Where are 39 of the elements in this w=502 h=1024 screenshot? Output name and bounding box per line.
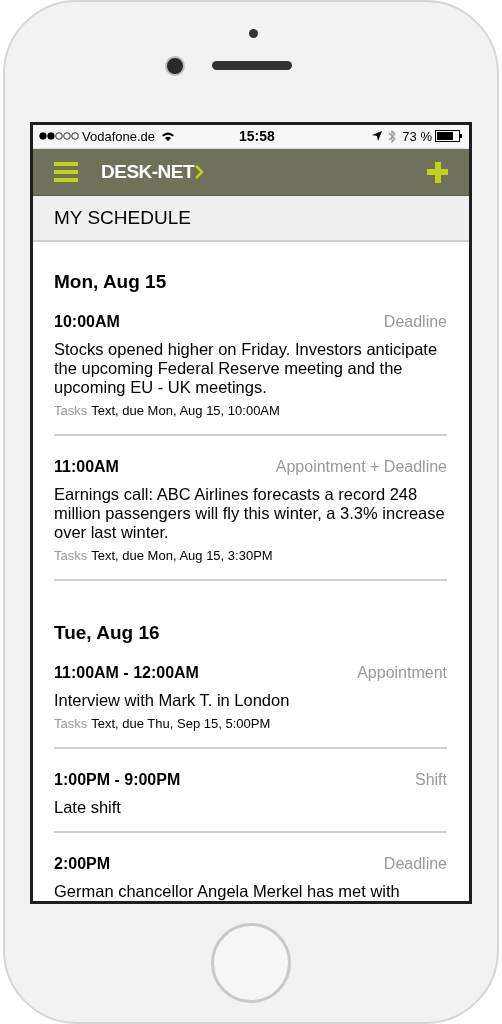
event-type: Appointment + Deadline bbox=[275, 457, 447, 477]
battery-percent: 73 % bbox=[402, 127, 432, 146]
app-logo: DESK-NET bbox=[101, 159, 195, 184]
task-due: Text, due Mon, Aug 15, 3:30PM bbox=[91, 547, 273, 565]
sensor-icon bbox=[249, 29, 258, 38]
event-time: 11:00AM - 12:00AM bbox=[54, 663, 199, 683]
event-description: Interview with Mark T. in London bbox=[54, 691, 291, 710]
day-heading: Mon, Aug 15 bbox=[54, 270, 168, 294]
event-description: German chancellor Angela Merkel has met with bbox=[54, 882, 401, 901]
event-type: Shift bbox=[415, 770, 447, 790]
tasks-label: Tasks bbox=[54, 547, 88, 565]
event-time: 1:00PM - 9:00PM bbox=[54, 770, 181, 790]
tasks-label: Tasks bbox=[54, 402, 88, 420]
speaker-icon bbox=[212, 61, 292, 70]
signal-icon bbox=[39, 132, 79, 141]
event-description: Late shift bbox=[54, 798, 122, 817]
event-time: 11:00AM bbox=[54, 457, 119, 477]
battery-icon bbox=[435, 130, 463, 143]
chevron-icon bbox=[195, 165, 205, 180]
tasks-label: Tasks bbox=[54, 715, 88, 733]
event-description: Stocks opened higher on Friday. Investors anticipate the upcoming Federal Reserve meeting and the upcoming EU - UK meetings. bbox=[54, 340, 439, 397]
menu-icon[interactable] bbox=[54, 162, 78, 183]
clock-time: 15:58 bbox=[239, 126, 275, 146]
task-due: Text, due Mon, Aug 15, 10:00AM bbox=[91, 402, 280, 420]
event-time: 10:00AM bbox=[54, 312, 120, 332]
event-type: Appointment bbox=[357, 663, 447, 683]
day-heading: Tue, Aug 16 bbox=[54, 621, 161, 645]
event-type: Deadline bbox=[383, 854, 447, 874]
page-title: MY SCHEDULE bbox=[54, 205, 191, 230]
camera-icon bbox=[165, 56, 185, 76]
bluetooth-icon bbox=[388, 129, 397, 143]
event-description: Earnings call: ABC Airlines forecasts a record 248 million passengers will fly this winter, a 3.3% increase over last winter. bbox=[54, 485, 446, 542]
carrier-name: Vodafone.de bbox=[82, 127, 156, 146]
wifi-icon bbox=[161, 130, 176, 142]
location-arrow-icon bbox=[372, 131, 383, 142]
event-type: Deadline bbox=[383, 312, 447, 332]
task-due: Text, due Thu, Sep 15, 5:00PM bbox=[91, 715, 271, 733]
event-time: 2:00PM bbox=[54, 854, 111, 874]
add-icon[interactable] bbox=[427, 161, 448, 183]
